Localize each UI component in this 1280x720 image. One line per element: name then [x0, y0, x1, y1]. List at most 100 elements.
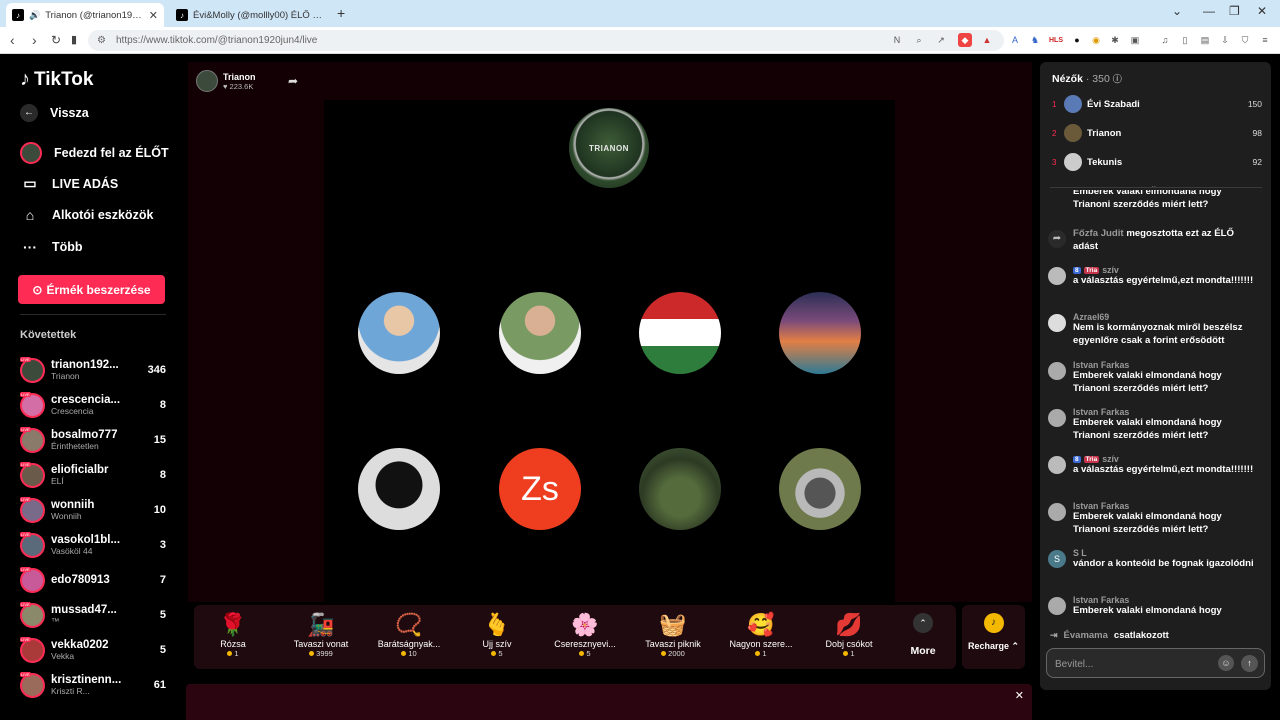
- avatar[interactable]: [1048, 409, 1066, 427]
- color-extension-icon[interactable]: ◉: [1089, 33, 1103, 47]
- gift-item[interactable]: 🥰 Nagyon szere... 1: [722, 611, 800, 658]
- following-item[interactable]: LIVE wonniih Wonniih 10: [20, 494, 166, 526]
- bookmark-icon[interactable]: ▮: [71, 33, 77, 46]
- following-item[interactable]: LIVE vekka0202 Vekka 5: [20, 634, 166, 666]
- viewers-header[interactable]: Nézők · 350 ⓘ: [1052, 72, 1122, 85]
- back-arrow-icon[interactable]: ‹: [10, 32, 15, 48]
- guest-avatar[interactable]: [779, 292, 861, 374]
- browser-tab-trianon[interactable]: ♪ 🔊 Trianon (@trianon1920jun4) É ✕: [6, 3, 164, 27]
- new-tab-button[interactable]: +: [337, 5, 345, 21]
- avatar[interactable]: [1048, 597, 1066, 615]
- media-icon[interactable]: ♫: [1158, 33, 1172, 47]
- following-item[interactable]: LIVE trianon192... Trianon 346: [20, 354, 166, 386]
- guest-avatar[interactable]: [639, 448, 721, 530]
- guest-avatar[interactable]: [358, 448, 440, 530]
- close-icon[interactable]: ✕: [1015, 689, 1024, 702]
- get-coins-button[interactable]: ⊙ Érmék beszerzése: [18, 275, 165, 304]
- gift-name: Barátságnyak...: [377, 639, 441, 649]
- message-author[interactable]: Istvan Farkas: [1073, 360, 1258, 370]
- send-icon[interactable]: ↑: [1241, 655, 1258, 672]
- guest-avatar[interactable]: [639, 292, 721, 374]
- emoji-icon[interactable]: ☺: [1218, 655, 1234, 671]
- zoom-icon[interactable]: ⌕: [912, 33, 926, 47]
- sidebar-item-live[interactable]: ▭ LIVE ADÁS: [20, 175, 118, 192]
- guest-avatar[interactable]: [358, 292, 440, 374]
- gift-item[interactable]: 🌸 Cseresznyevi... 5: [546, 611, 624, 658]
- close-window-icon[interactable]: ✕: [1257, 4, 1267, 18]
- site-settings-icon[interactable]: ⚙: [97, 35, 106, 46]
- hls-extension-icon[interactable]: HLS: [1047, 33, 1065, 47]
- avatar[interactable]: S: [1048, 550, 1066, 568]
- share-page-icon[interactable]: ↗: [934, 33, 948, 47]
- vpn-shield-icon[interactable]: ⛉: [1238, 33, 1252, 47]
- screenshot-extension-icon[interactable]: ▣: [1128, 33, 1142, 47]
- sidebar-item-more[interactable]: ··· Több: [20, 239, 83, 255]
- join-author[interactable]: Évamama: [1064, 630, 1108, 641]
- avatar[interactable]: [1048, 456, 1066, 474]
- host-info[interactable]: Trianon ♥ 223.6K: [196, 70, 256, 92]
- minimize-icon[interactable]: —: [1203, 4, 1215, 18]
- triangle-extension-icon[interactable]: ▲: [980, 33, 994, 47]
- following-item[interactable]: LIVE elioficialbr ELÍ 8: [20, 459, 166, 491]
- extension-icon[interactable]: ♞: [1028, 33, 1042, 47]
- translate-extension-icon[interactable]: A: [1008, 33, 1022, 47]
- more-gifts-button[interactable]: ⌃ More: [903, 613, 943, 657]
- sidebar-icon[interactable]: ▯: [1178, 33, 1192, 47]
- message-author[interactable]: Istvan Farkas: [1073, 595, 1258, 605]
- help-icon[interactable]: ⓘ: [1113, 74, 1122, 84]
- message-author[interactable]: S L: [1073, 548, 1258, 558]
- gift-item[interactable]: 🫰 Ujj szív 5: [458, 611, 536, 658]
- sidebar-item-explore-live[interactable]: Fedezd fel az ÉLŐT: [20, 142, 169, 164]
- share-icon[interactable]: ➦: [288, 74, 298, 88]
- shield-extension-icon[interactable]: ◆: [958, 33, 972, 47]
- ranking-row[interactable]: 1 Évi Szabadi 150: [1052, 95, 1262, 113]
- avatar[interactable]: [1048, 314, 1066, 332]
- live-video[interactable]: TRIANON Zs: [324, 100, 895, 602]
- chevron-down-icon[interactable]: ⌄: [1172, 4, 1182, 18]
- restore-icon[interactable]: ❐: [1229, 4, 1240, 18]
- tiktok-logo[interactable]: ♪ TikTok: [20, 68, 93, 91]
- url-field[interactable]: ⚙ https://www.tiktok.com/@trianon1920jun…: [88, 30, 1004, 51]
- browser-tab-evi-molly[interactable]: ♪ Évi&Molly (@mollly00) ÉLŐ adásban: [170, 3, 330, 27]
- following-item[interactable]: LIVE krisztinenn... Kriszti R... 61: [20, 669, 166, 701]
- message-author[interactable]: Istvan Farkas: [1073, 407, 1258, 417]
- host-avatar[interactable]: [196, 70, 218, 92]
- guest-avatar[interactable]: [779, 448, 861, 530]
- downloads-icon[interactable]: ⇩: [1218, 33, 1232, 47]
- message-author[interactable]: szív: [1102, 265, 1119, 275]
- gift-item[interactable]: 📿 Barátságnyak... 10: [370, 611, 448, 658]
- forward-arrow-icon[interactable]: ›: [32, 32, 37, 48]
- translate-page-icon[interactable]: N: [890, 33, 904, 47]
- back-button[interactable]: ← Vissza: [20, 104, 89, 122]
- reload-icon[interactable]: ↻: [51, 33, 61, 47]
- guest-avatar[interactable]: Zs: [499, 448, 581, 530]
- avatar[interactable]: [1048, 267, 1066, 285]
- following-item[interactable]: LIVE vasokol1bl... Vasököl 44 3: [20, 529, 166, 561]
- avatar[interactable]: [1048, 503, 1066, 521]
- gift-item[interactable]: 🧺 Tavaszi piknik 2000: [634, 611, 712, 658]
- recharge-button[interactable]: ♪ Recharge ⌃: [962, 605, 1025, 669]
- ranking-row[interactable]: 2 Trianon 98: [1052, 124, 1262, 142]
- avatar[interactable]: [1048, 362, 1066, 380]
- menu-icon[interactable]: ≡: [1258, 33, 1272, 47]
- puzzle-extension-icon[interactable]: ✱: [1108, 33, 1122, 47]
- sidebar-item-creator-tools[interactable]: ⌂ Alkotói eszközök: [20, 207, 154, 223]
- message-author[interactable]: Istvan Farkas: [1073, 501, 1258, 511]
- following-item[interactable]: LIVE crescencia... Crescencia 8: [20, 389, 166, 421]
- message-author[interactable]: szív: [1102, 454, 1119, 464]
- gift-item[interactable]: 🌹 Rózsa 1: [194, 611, 272, 658]
- chat-message-list[interactable]: Emberek valaki elmondaná hogy Trianoni s…: [1048, 190, 1266, 620]
- message-author[interactable]: Főzfa Judit: [1073, 228, 1124, 239]
- following-item[interactable]: LIVE edo780913 7: [20, 564, 166, 596]
- close-icon[interactable]: ✕: [149, 9, 158, 22]
- following-item[interactable]: LIVE bosalmo777 Érinthetetlen 15: [20, 424, 166, 456]
- wallet-icon[interactable]: ▤: [1198, 33, 1212, 47]
- gift-item[interactable]: 💋 Dobj csókot 1: [810, 611, 888, 658]
- following-item[interactable]: LIVE mussad47... ™ 5: [20, 599, 166, 631]
- guest-avatar[interactable]: [499, 292, 581, 374]
- chat-input[interactable]: [1055, 656, 1215, 672]
- vpn-extension-icon[interactable]: ●: [1070, 33, 1084, 47]
- gift-item[interactable]: 🚂 Tavaszi vonat 3999: [282, 611, 360, 658]
- ranking-row[interactable]: 3 Tekunis 92: [1052, 153, 1262, 171]
- message-author[interactable]: Azrael69: [1073, 312, 1258, 322]
